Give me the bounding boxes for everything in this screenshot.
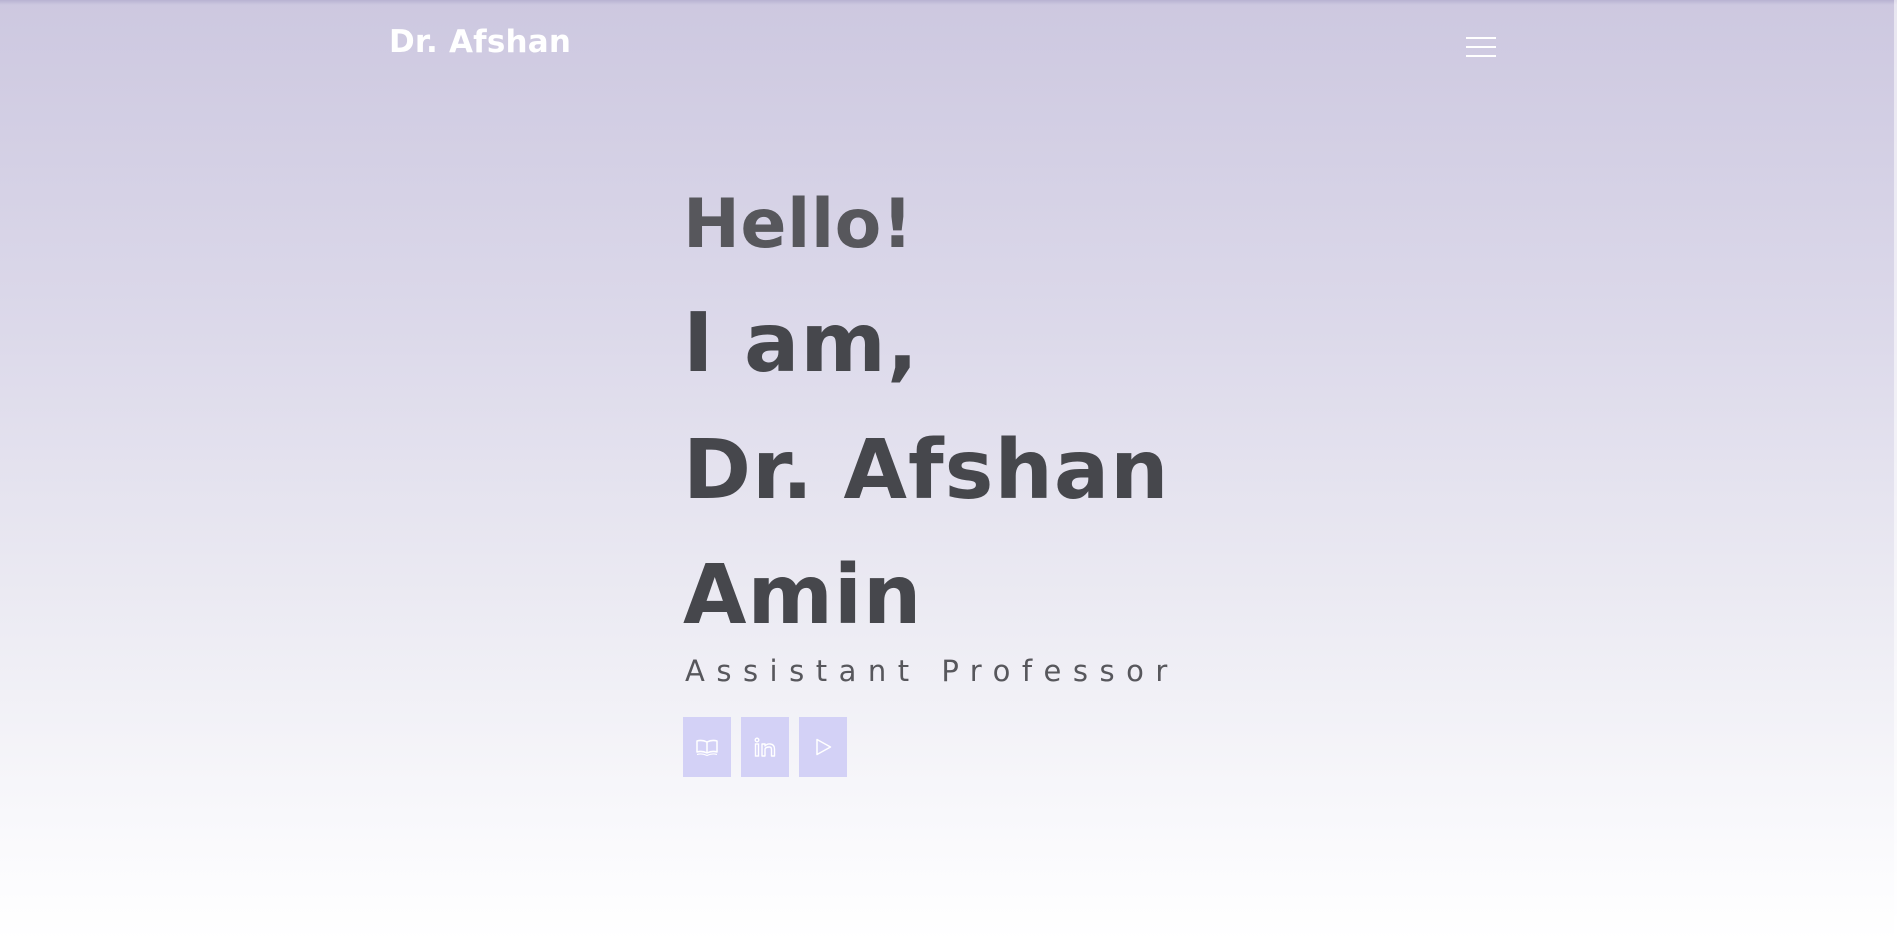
- menu-line-bottom: [1466, 55, 1496, 57]
- linkedin-icon: [754, 737, 776, 757]
- menu-line-top: [1466, 37, 1496, 39]
- hero-intro-line-2: Dr. Afshan: [683, 423, 1170, 518]
- social-links: [683, 717, 847, 777]
- social-link-book[interactable]: [683, 717, 731, 777]
- hero-greeting: Hello!: [683, 185, 914, 264]
- hero-role: Assistant Professor: [685, 654, 1179, 688]
- social-link-linkedin[interactable]: [741, 717, 789, 777]
- social-link-video[interactable]: [799, 717, 847, 777]
- hero-intro-line-1: I am,: [683, 296, 919, 391]
- hamburger-menu-icon[interactable]: [1464, 34, 1498, 60]
- book-icon: [696, 739, 718, 757]
- hero-intro-line-3: Amin: [683, 548, 923, 643]
- play-icon: [816, 738, 832, 756]
- top-border-strip: [0, 0, 1897, 5]
- brand-logo-link[interactable]: Dr. Afshan: [389, 24, 571, 60]
- menu-line-middle: [1466, 46, 1496, 48]
